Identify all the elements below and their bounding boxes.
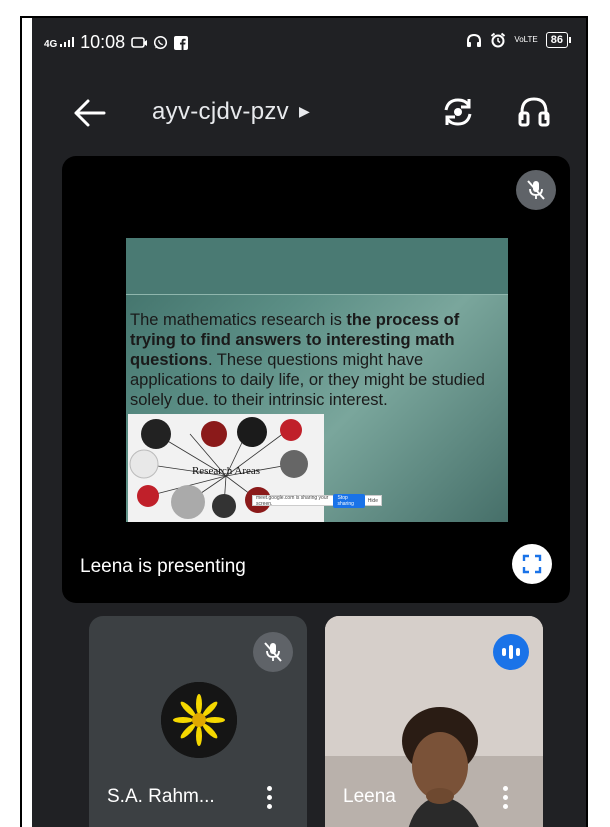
network-type: 4G bbox=[44, 38, 58, 50]
speaking-indicator bbox=[493, 634, 529, 670]
presenter-label: Leena is presenting bbox=[80, 556, 246, 577]
dot bbox=[266, 785, 272, 791]
battery-indicator: 86 bbox=[545, 32, 572, 48]
participant-name: S.A. Rahm... bbox=[107, 786, 215, 807]
status-bar: 4G 10:08 VoLTE 86 bbox=[32, 18, 586, 68]
audio-bar bbox=[516, 648, 520, 656]
meeting-code-button[interactable]: ayv-cjdv-pzv ▶ bbox=[152, 98, 310, 126]
presentation-tile[interactable]: The mathematics research is the process … bbox=[62, 156, 570, 603]
stop-sharing-button[interactable]: Stop sharing bbox=[333, 493, 365, 508]
slide-text-intro: The mathematics research is bbox=[130, 311, 347, 329]
screen-share-banner: meet.google.com is sharing your screen. … bbox=[252, 493, 382, 508]
fullscreen-button[interactable] bbox=[512, 544, 552, 584]
alarm-icon bbox=[491, 32, 506, 48]
participant-tile[interactable]: S.A. Rahm... bbox=[89, 616, 307, 827]
audio-bar bbox=[509, 645, 513, 659]
dot bbox=[266, 794, 272, 800]
back-arrow-icon[interactable] bbox=[72, 98, 108, 128]
phone-screen: 4G 10:08 VoLTE 86 ayv-cjdv-pzv ▶ The mat… bbox=[32, 18, 586, 827]
meeting-header: ayv-cjdv-pzv ▶ bbox=[32, 84, 586, 140]
signal-icon bbox=[60, 36, 75, 47]
mic-off-icon bbox=[527, 180, 545, 200]
slide-text: The mathematics research is the process … bbox=[130, 310, 502, 410]
volte-indicator: VoLTE bbox=[514, 35, 538, 44]
status-right: VoLTE 86 bbox=[466, 32, 572, 48]
audio-output-icon[interactable] bbox=[516, 94, 552, 130]
dot bbox=[502, 785, 508, 791]
meeting-code: ayv-cjdv-pzv bbox=[152, 98, 289, 125]
avatar bbox=[161, 682, 237, 758]
participant-tile[interactable]: Leena bbox=[325, 616, 543, 827]
participant-name: Leena bbox=[343, 786, 396, 807]
fullscreen-icon bbox=[522, 554, 542, 574]
participant-more-button[interactable] bbox=[259, 780, 279, 814]
dot bbox=[266, 803, 272, 809]
participant-more-button[interactable] bbox=[495, 780, 515, 814]
whatsapp-icon bbox=[154, 35, 168, 50]
share-banner-text: meet.google.com is sharing your screen. bbox=[256, 494, 329, 507]
audio-bar bbox=[502, 648, 506, 656]
participant-muted-badge bbox=[253, 632, 293, 672]
mic-off-icon bbox=[264, 642, 282, 662]
switch-camera-icon[interactable] bbox=[440, 94, 476, 130]
facebook-icon bbox=[174, 35, 189, 50]
presentation-muted-badge bbox=[516, 170, 556, 210]
shared-slide: The mathematics research is the process … bbox=[126, 238, 508, 522]
network-indicator: 4G bbox=[44, 36, 75, 50]
headset-status-icon bbox=[467, 33, 482, 47]
status-left: 4G 10:08 bbox=[44, 32, 189, 53]
slide-header-band bbox=[126, 238, 508, 295]
screen-cast-icon bbox=[131, 36, 148, 48]
mindmap-center-label: Research Areas bbox=[192, 465, 260, 477]
dot bbox=[502, 794, 508, 800]
hide-button[interactable]: Hide bbox=[368, 498, 378, 504]
caret-right-icon: ▶ bbox=[298, 103, 311, 119]
sunflower-avatar-image bbox=[161, 682, 237, 758]
clock: 10:08 bbox=[80, 32, 126, 52]
dot bbox=[502, 803, 508, 809]
